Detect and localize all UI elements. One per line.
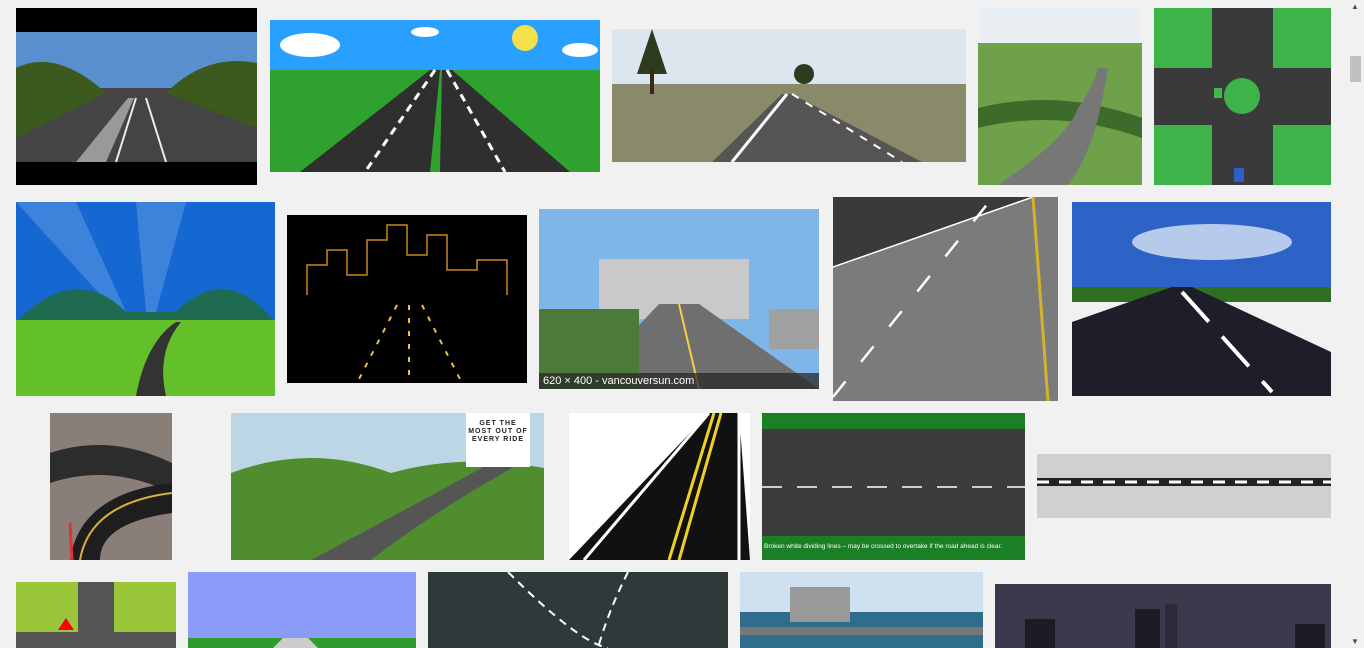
image-result-6[interactable]	[16, 202, 275, 396]
diagram-caption: Broken white dividing lines – may be cro…	[764, 543, 1003, 550]
port-bridge-image	[740, 572, 983, 648]
country-lane-image	[978, 8, 1142, 185]
vertical-scrollbar[interactable]: ▲ ▼	[1347, 0, 1364, 648]
image-result-8[interactable]: 620 × 400 - vancouversun.com	[539, 209, 819, 389]
image-result-1[interactable]	[16, 8, 257, 185]
asphalt-road-image	[833, 197, 1058, 401]
road-marking-diagram-image	[762, 413, 1025, 560]
image-result-4[interactable]	[978, 8, 1142, 185]
city-night-skyline-image	[995, 584, 1331, 648]
ad-overlay: GET THE MOST OUT OF EVERY RIDE	[466, 413, 530, 467]
intersection-image	[16, 582, 176, 648]
road-highway-image	[16, 32, 257, 163]
road-perspective-image	[569, 413, 750, 560]
cartoon-highway-image	[270, 20, 600, 172]
image-result-2[interactable]	[270, 20, 600, 172]
open-highway-image	[1072, 202, 1331, 396]
road-line-pattern-image	[1037, 454, 1331, 518]
image-result-11[interactable]	[50, 413, 172, 560]
image-result-13[interactable]	[569, 413, 750, 560]
scrollbar-thumb[interactable]	[1350, 56, 1361, 82]
interchange-image	[50, 413, 172, 560]
image-result-18[interactable]	[428, 572, 728, 648]
night-city-road-image	[287, 215, 527, 383]
image-result-17[interactable]	[188, 572, 416, 648]
image-result-5[interactable]	[1154, 8, 1331, 185]
highway-overpass-image	[539, 209, 819, 389]
tunnel-image	[428, 572, 728, 648]
roundabout-diagram-image	[1154, 8, 1331, 185]
cartoon-winding-road-image	[16, 202, 275, 396]
image-result-9[interactable]	[833, 197, 1058, 401]
image-result-3[interactable]	[612, 29, 966, 162]
ad-title: GET THE MOST OUT OF EVERY RIDE	[468, 420, 528, 443]
image-result-19[interactable]	[740, 572, 983, 648]
rural-road-image	[612, 29, 966, 162]
image-result-7[interactable]	[287, 215, 527, 383]
arrow-down-icon[interactable]: ▼	[1351, 637, 1359, 646]
image-result-15[interactable]	[1037, 454, 1331, 518]
arrow-up-icon[interactable]: ▲	[1351, 2, 1359, 11]
image-result-20[interactable]	[995, 584, 1331, 648]
image-result-12[interactable]: GET THE MOST OUT OF EVERY RIDE	[231, 413, 544, 560]
image-result-14[interactable]: Broken white dividing lines – may be cro…	[762, 413, 1025, 560]
simple-road-image	[188, 572, 416, 648]
image-result-16[interactable]	[16, 582, 176, 648]
image-caption: 620 × 400 - vancouversun.com	[539, 373, 819, 389]
image-result-10[interactable]	[1072, 202, 1331, 396]
